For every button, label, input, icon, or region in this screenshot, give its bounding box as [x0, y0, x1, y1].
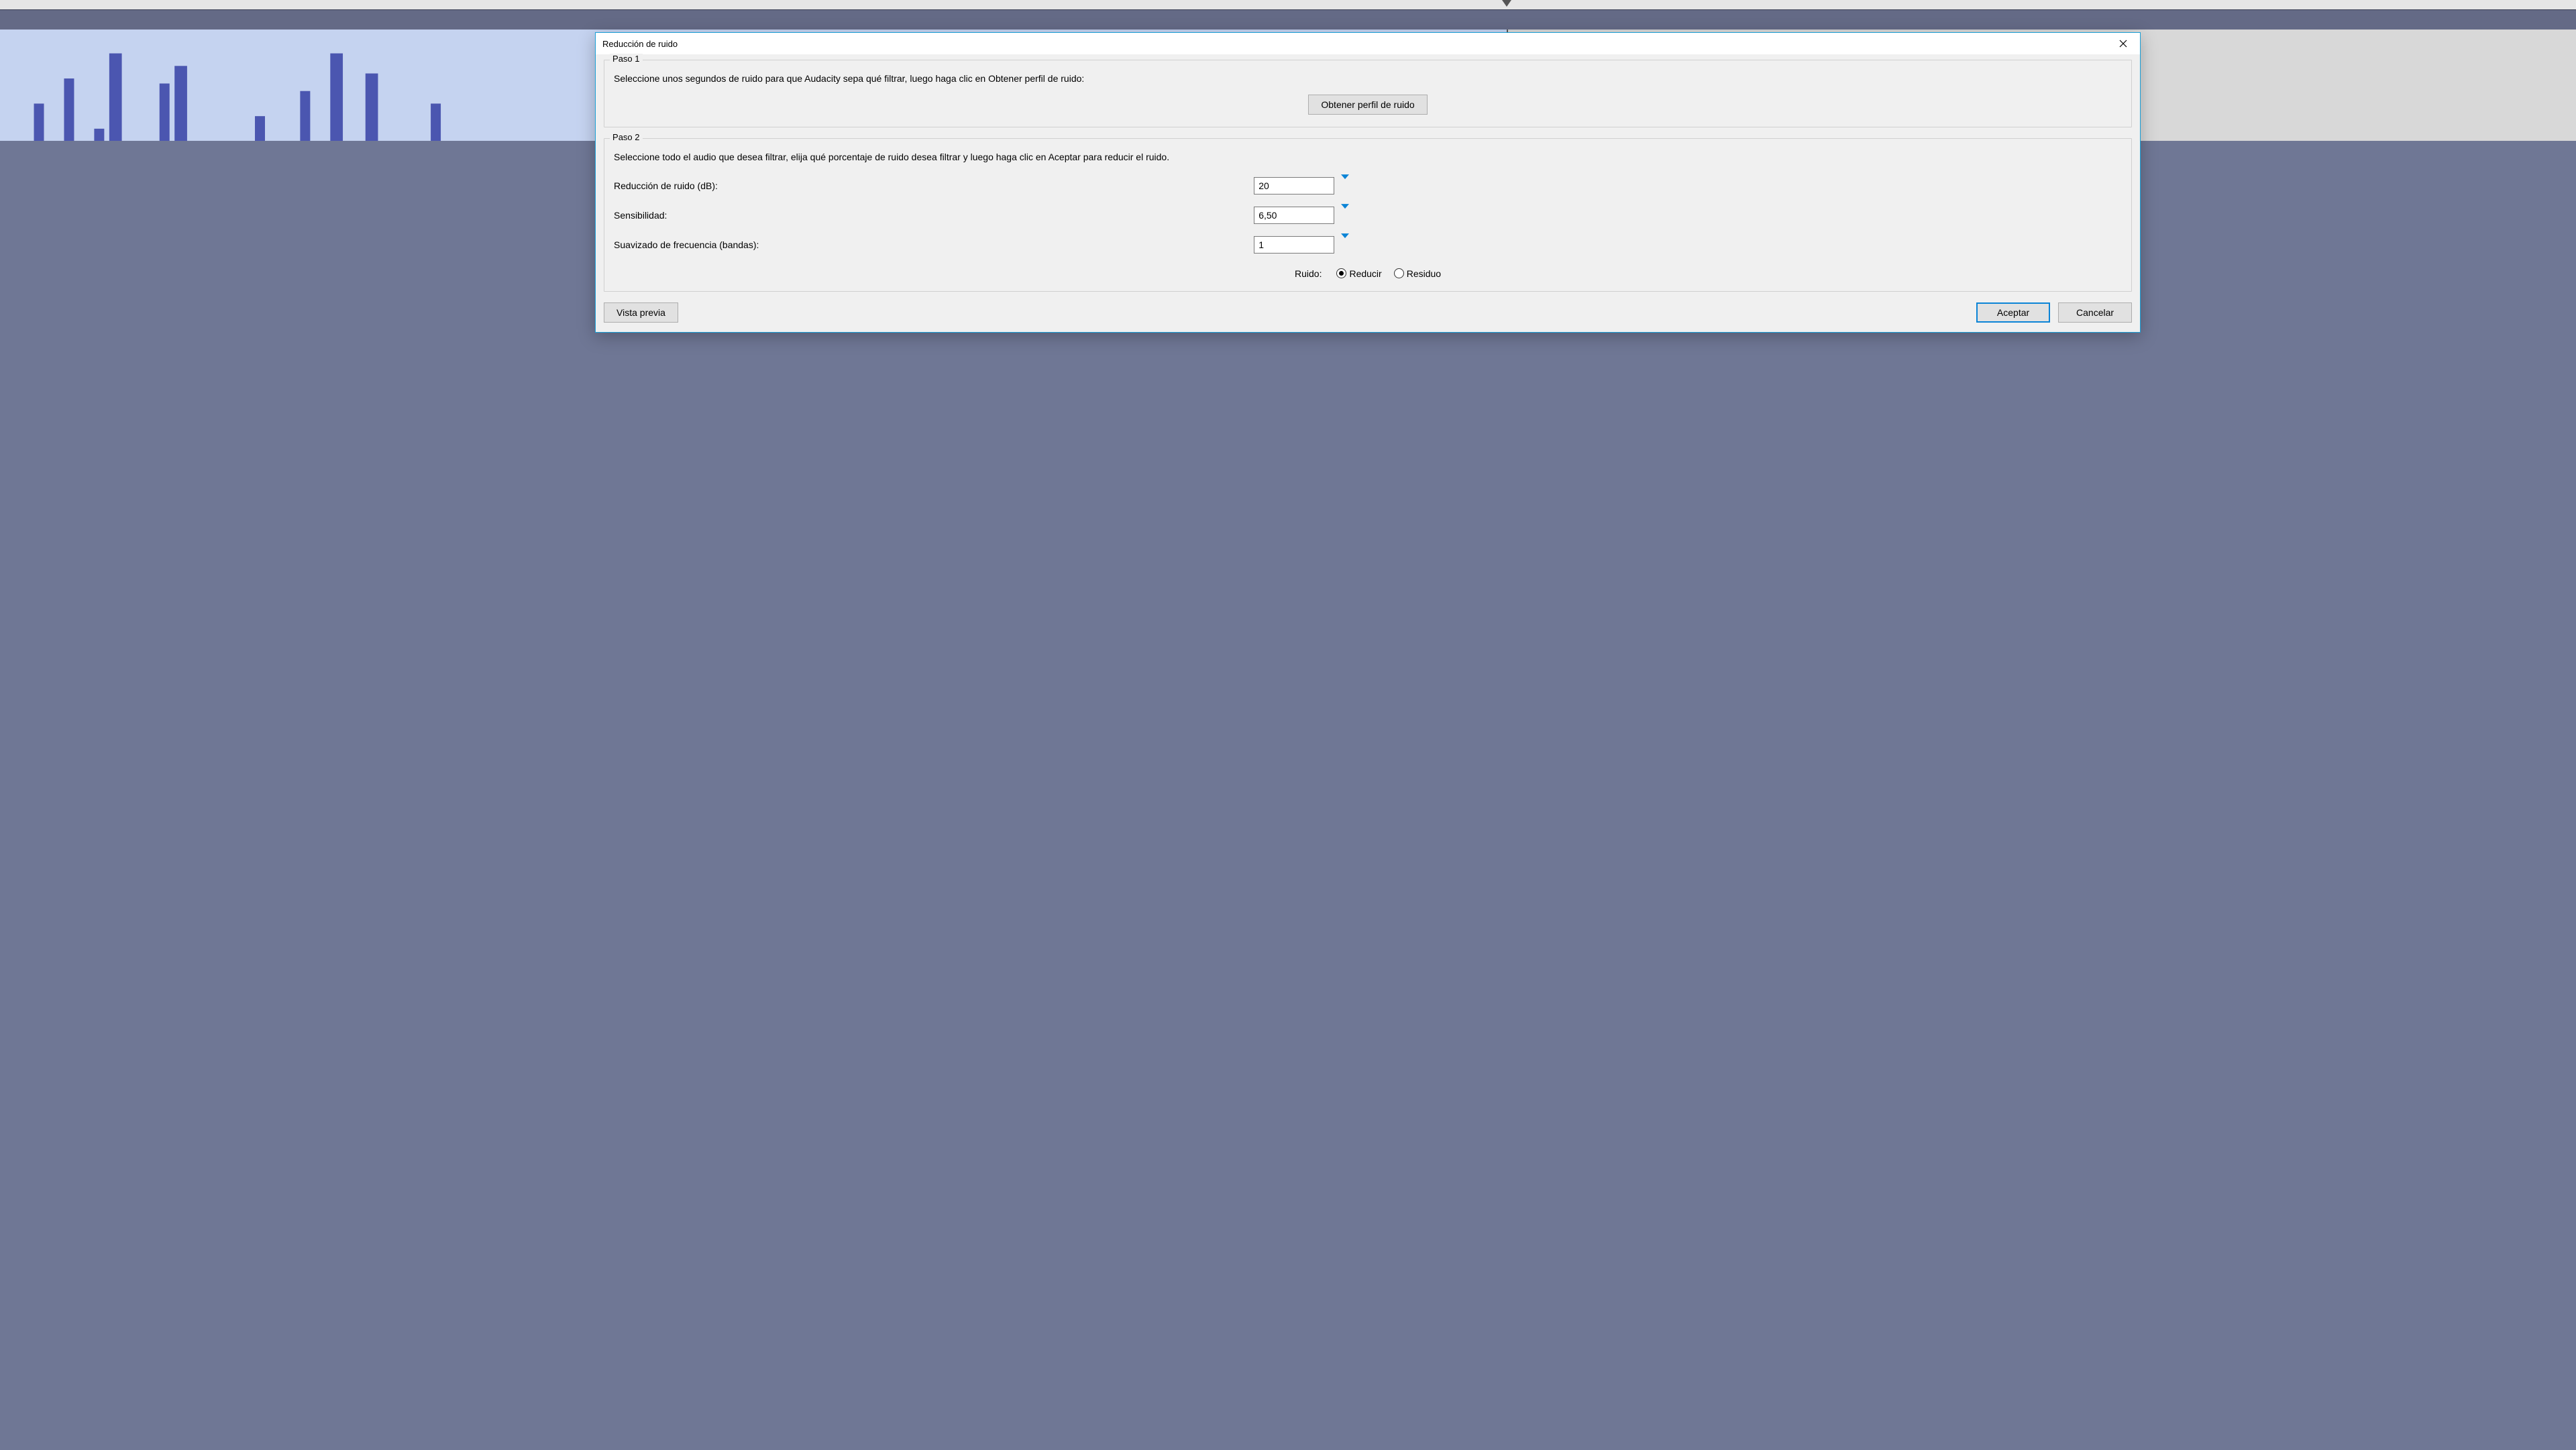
- step1-description: Seleccione unos segundos de ruido para q…: [614, 72, 2122, 85]
- close-button[interactable]: [2109, 34, 2137, 53]
- radio-residue-label: Residuo: [1407, 268, 1441, 279]
- sensitivity-label: Sensibilidad:: [614, 210, 1247, 221]
- radio-reduce[interactable]: Reducir: [1336, 268, 1381, 279]
- noise-mode-row: Ruido: Reducir Residuo: [614, 268, 2122, 279]
- playhead-marker-icon: [1502, 0, 1511, 9]
- param-row-sensitivity: Sensibilidad:: [614, 207, 2122, 224]
- step1-legend: Paso 1: [610, 54, 642, 64]
- canvas-empty-area: [0, 141, 2576, 1450]
- noise-mode-label: Ruido:: [1295, 268, 1322, 279]
- radio-icon: [1336, 268, 1346, 278]
- reduction-label: Reducción de ruido (dB):: [614, 180, 1247, 191]
- step2-group: Paso 2 Seleccione todo el audio que dese…: [604, 138, 2132, 292]
- radio-icon: [1394, 268, 1404, 278]
- sensitivity-input[interactable]: [1254, 207, 1334, 224]
- step2-description: Seleccione todo el audio que desea filtr…: [614, 151, 2122, 164]
- timeline-ruler: [0, 0, 2576, 10]
- param-row-reduction: Reducción de ruido (dB):: [614, 177, 2122, 194]
- get-noise-profile-button[interactable]: Obtener perfil de ruido: [1308, 95, 1427, 115]
- close-icon: [2119, 40, 2127, 48]
- slider-thumb-icon: [1341, 238, 1349, 253]
- reduction-input[interactable]: [1254, 177, 1334, 194]
- step2-legend: Paso 2: [610, 132, 642, 142]
- dialog-title: Reducción de ruido: [602, 39, 2109, 49]
- dialog-buttons-row: Vista previa Aceptar Cancelar: [604, 302, 2132, 323]
- step1-group: Paso 1 Seleccione unos segundos de ruido…: [604, 60, 2132, 127]
- smoothing-input[interactable]: [1254, 236, 1334, 254]
- ok-button[interactable]: Aceptar: [1976, 302, 2050, 323]
- track-separator: [0, 9, 2576, 31]
- cancel-button[interactable]: Cancelar: [2058, 302, 2132, 323]
- smoothing-label: Suavizado de frecuencia (bandas):: [614, 239, 1247, 250]
- slider-thumb-icon: [1341, 179, 1349, 194]
- dialog-titlebar: Reducción de ruido: [596, 33, 2140, 54]
- radio-residue[interactable]: Residuo: [1394, 268, 1441, 279]
- noise-reduction-dialog: Reducción de ruido Paso 1 Seleccione uno…: [595, 32, 2141, 333]
- preview-button[interactable]: Vista previa: [604, 302, 678, 323]
- param-row-smoothing: Suavizado de frecuencia (bandas):: [614, 236, 2122, 254]
- radio-reduce-label: Reducir: [1349, 268, 1381, 279]
- dialog-body: Paso 1 Seleccione unos segundos de ruido…: [596, 54, 2140, 332]
- slider-thumb-icon: [1341, 209, 1349, 223]
